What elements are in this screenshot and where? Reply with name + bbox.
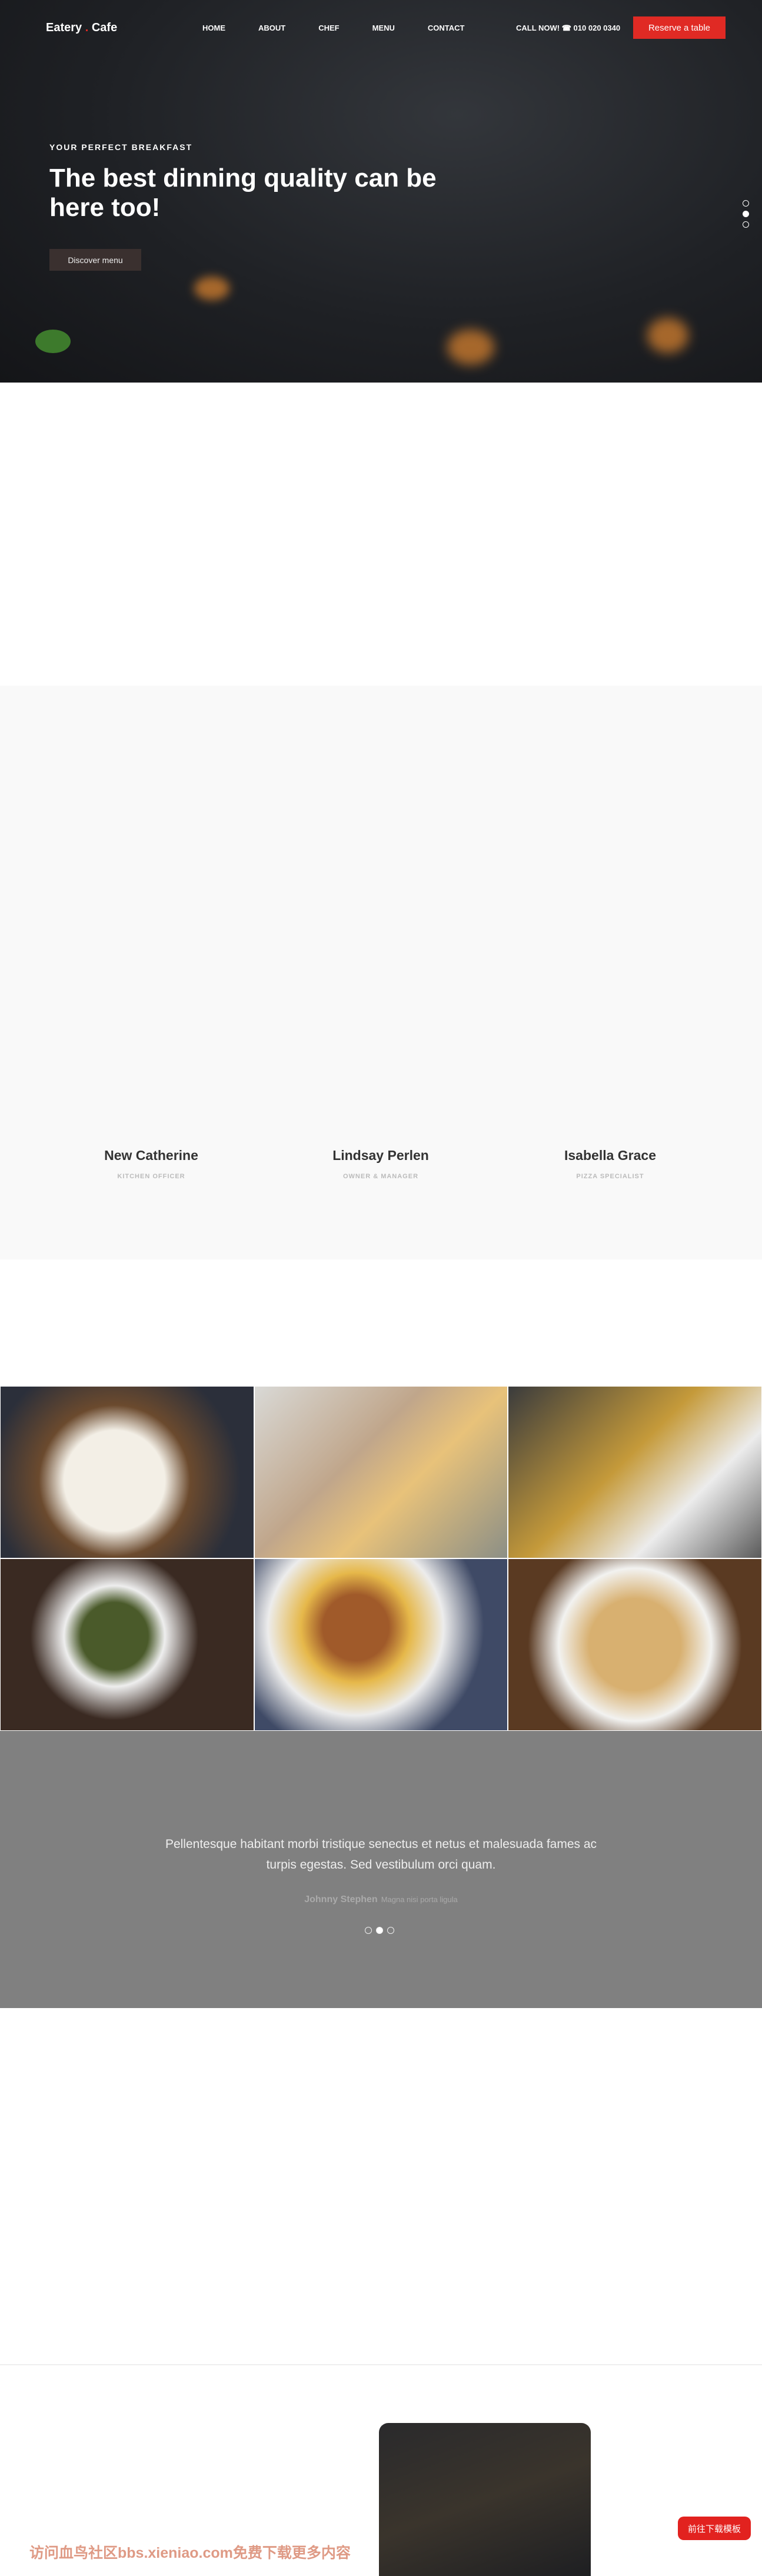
slider-dot-active[interactable]: [743, 211, 749, 217]
photo-gallery: [0, 1386, 762, 1731]
team-section: New Catherine KITCHEN OFFICER Lindsay Per…: [0, 686, 762, 1259]
team-member: Isabella Grace PIZZA SPECIALIST: [564, 1148, 656, 1180]
team-member: New Catherine KITCHEN OFFICER: [104, 1148, 198, 1180]
testimonial-dots: [365, 1927, 394, 1934]
basil-leaf: [35, 330, 71, 353]
testimonial-quote: Pellentesque habitant morbi tristique se…: [165, 1837, 597, 1872]
nav-about[interactable]: ABOUT: [258, 24, 285, 32]
slider-dots: [743, 200, 749, 228]
slider-dot[interactable]: [365, 1927, 372, 1934]
download-template-button[interactable]: 前往下载模板: [678, 2517, 751, 2540]
slider-dot-active[interactable]: [376, 1927, 383, 1934]
slider-dot[interactable]: [743, 221, 749, 228]
divider: [0, 2364, 762, 2365]
main-nav: HOME ABOUT CHEF MENU CONTACT: [202, 24, 497, 32]
nav-contact[interactable]: CONTACT: [428, 24, 465, 32]
hero-kicker: YOUR PERFECT BREAKFAST: [49, 142, 193, 152]
hero-headline: The best dinning quality can be here too…: [49, 164, 437, 222]
gallery-photo-kids[interactable]: [254, 1386, 508, 1558]
gallery-photo-pasta[interactable]: [508, 1558, 762, 1731]
hero-section: Eatery . Cafe HOME ABOUT CHEF MENU CONTA…: [0, 0, 762, 383]
reserve-table-button[interactable]: Reserve a table: [633, 16, 726, 39]
team-member: Lindsay Perlen OWNER & MANAGER: [332, 1148, 429, 1180]
restaurant-photo-card: [379, 2423, 591, 2576]
watermark-text: 访问血鸟社区bbs.xieniao.com免费下载更多内容: [29, 2545, 351, 2561]
nav-menu[interactable]: MENU: [372, 24, 395, 32]
gallery-photo-burger[interactable]: [254, 1558, 508, 1731]
call-now[interactable]: CALL NOW! ☎ 010 020 0340: [516, 24, 620, 33]
nav-chef[interactable]: CHEF: [318, 24, 339, 32]
testimonial-author: Johnny Stephen Magna nisi porta ligula: [304, 1894, 458, 1904]
nav-home[interactable]: HOME: [202, 24, 225, 32]
testimonial-section: Pellentesque habitant morbi tristique se…: [0, 1731, 762, 2008]
gallery-photo-breakfast[interactable]: [0, 1386, 254, 1558]
slider-dot[interactable]: [743, 200, 749, 207]
logo[interactable]: Eatery . Cafe: [46, 21, 117, 35]
discover-menu-button[interactable]: Discover menu: [49, 249, 141, 271]
gallery-photo-chef[interactable]: [508, 1386, 762, 1558]
slider-dot[interactable]: [387, 1927, 394, 1934]
gallery-photo-soup[interactable]: [0, 1558, 254, 1731]
